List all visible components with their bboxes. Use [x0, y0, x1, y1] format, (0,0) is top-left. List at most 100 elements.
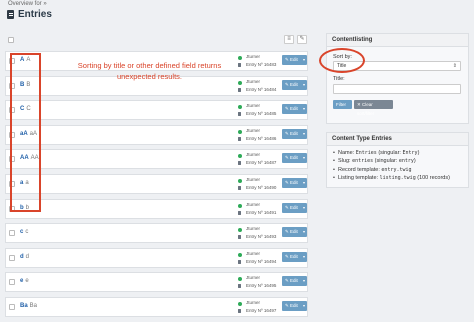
entry-number: Entry Nº 16485: [246, 111, 277, 117]
document-icon: [7, 10, 14, 19]
edit-button[interactable]: ✎ Edit ▾: [282, 55, 307, 65]
chevron-down-icon[interactable]: ▾: [303, 129, 305, 139]
status-published-icon: [238, 252, 242, 257]
edit-button[interactable]: ✎ Edit ▾: [282, 128, 307, 139]
row-checkbox[interactable]: [9, 254, 15, 261]
chevron-down-icon[interactable]: ▾: [303, 178, 305, 188]
entry-number: Entry Nº 16487: [246, 160, 277, 166]
chevron-down-icon[interactable]: ▾: [303, 55, 305, 65]
document-icon: [238, 308, 241, 313]
status-published-icon: [238, 80, 242, 85]
chevron-updown-icon: ⇕: [452, 63, 457, 69]
chevron-down-icon[interactable]: ▾: [303, 276, 305, 286]
entry-author: Jturner: [246, 275, 261, 281]
chevron-down-icon[interactable]: ▾: [303, 104, 305, 114]
entry-number: Entry Nº 16490: [246, 184, 277, 190]
entry-title-link[interactable]: dd: [20, 254, 29, 260]
entry-author: Jturner: [246, 299, 261, 305]
list-view-button[interactable]: ≡: [284, 35, 294, 44]
document-icon: [238, 210, 241, 215]
document-icon: [238, 235, 241, 240]
contentlisting-panel: Contentlisting Sort by: Title ⇕ Title: F…: [326, 33, 469, 124]
list-header: ≡ ✎: [5, 34, 308, 46]
chevron-down-icon[interactable]: ▾: [303, 203, 305, 213]
select-all-checkbox[interactable]: [8, 37, 14, 43]
list-item: C C Jturner Entry Nº 16485 ✎ Edit ▾: [5, 100, 308, 121]
edit-button[interactable]: ✎ Edit ▾: [282, 300, 307, 311]
compact-view-button[interactable]: ✎: [297, 35, 307, 44]
edit-button[interactable]: ✎ Edit ▾: [282, 251, 307, 262]
edit-button[interactable]: ✎ Edit ▾: [282, 177, 307, 188]
status-published-icon: [238, 203, 242, 208]
edit-button[interactable]: ✎ Edit ▾: [282, 104, 307, 115]
entry-author: Jturner: [246, 201, 261, 207]
status-published-icon: [238, 301, 242, 306]
document-icon: [238, 284, 241, 289]
entry-title-link[interactable]: Ba Ba: [20, 303, 37, 309]
entry-number: Entry Nº 16484: [246, 86, 277, 92]
breadcrumb[interactable]: Overview for »: [8, 1, 47, 7]
edit-button[interactable]: ✎ Edit ▾: [282, 202, 307, 213]
entry-number: Entry Nº 16486: [246, 135, 277, 141]
document-icon: [238, 259, 241, 264]
entries-list: A A Jturner Entry Nº 16483 ✎ Edit ▾ B B Jturner E…: [5, 51, 308, 322]
list-item: c c Jturner Entry Nº 16493 ✎ Edit ▾: [5, 223, 308, 244]
document-icon: [238, 185, 241, 190]
title-filter-input[interactable]: [333, 84, 461, 94]
entry-author: Jturner: [246, 226, 261, 232]
content-type-panel: Content Type Entries Name: Entries (sing…: [326, 132, 469, 188]
entry-author: Jturner: [246, 127, 261, 133]
entry-title-link[interactable]: cc: [20, 229, 28, 235]
status-published-icon: [238, 178, 242, 183]
chevron-down-icon[interactable]: ▾: [303, 80, 305, 90]
entry-author: Jturner: [246, 54, 261, 59]
edit-button[interactable]: ✎ Edit ▾: [282, 153, 307, 164]
chevron-down-icon[interactable]: ▾: [303, 227, 305, 237]
entry-number: Entry Nº 16495: [246, 283, 277, 289]
list-item: a a Jturner Entry Nº 16490 ✎ Edit ▾: [5, 173, 308, 194]
list-item: aA aA Jturner Entry Nº 16486 ✎ Edit ▾: [5, 124, 308, 145]
edit-button[interactable]: ✎ Edit ▾: [282, 79, 307, 90]
page-title: Entries: [18, 9, 52, 20]
top-bar: Overview for » Entries: [0, 0, 474, 24]
entry-author: Jturner: [246, 103, 261, 109]
entry-title-link[interactable]: ee: [20, 278, 29, 284]
row-checkbox[interactable]: [9, 279, 15, 286]
document-icon: [238, 161, 241, 166]
status-published-icon: [238, 277, 242, 282]
status-published-icon: [238, 154, 242, 159]
status-published-icon: [238, 105, 242, 110]
title-filter-label: Title:: [333, 76, 345, 82]
annotation-circle: [319, 48, 365, 73]
status-published-icon: [238, 228, 242, 233]
annotation-box: [10, 53, 41, 212]
entry-number: Entry Nº 16497: [246, 307, 277, 313]
entry-author: Jturner: [246, 78, 261, 84]
chevron-down-icon[interactable]: ▾: [303, 252, 305, 262]
contentlisting-heading: Contentlisting: [327, 34, 468, 47]
entry-number: Entry Nº 16493: [246, 234, 277, 240]
entry-number: Entry Nº 16483: [246, 62, 277, 67]
info-listing-template: Listing template: listing.twig (100 reco…: [333, 175, 450, 181]
annotation-text: Sorting by title or other defined field …: [77, 61, 222, 81]
edit-button[interactable]: ✎ Edit ▾: [282, 276, 307, 287]
clear-sort-filter-button[interactable]: ✕ Clear sort/filter: [354, 100, 393, 116]
content-type-heading: Content Type Entries: [327, 133, 468, 146]
info-name: Name: Entries (singular: Entry): [333, 150, 450, 156]
edit-button[interactable]: ✎ Edit ▾: [282, 227, 307, 238]
chevron-down-icon[interactable]: ▾: [303, 301, 305, 311]
filter-button[interactable]: Filter: [333, 100, 352, 109]
entry-author: Jturner: [246, 176, 261, 182]
document-icon: [238, 136, 241, 141]
list-item: AA AA Jturner Entry Nº 16487 ✎ Edit ▾: [5, 149, 308, 170]
chevron-down-icon[interactable]: ▾: [303, 153, 305, 163]
entry-number: Entry Nº 16491: [246, 209, 277, 215]
document-icon: [238, 112, 241, 117]
status-published-icon: [238, 129, 242, 134]
row-checkbox[interactable]: [9, 303, 15, 310]
entry-number: Entry Nº 16494: [246, 258, 277, 264]
page-title-wrap: Entries: [7, 9, 52, 20]
info-slug: Slug: entries (singular: entry): [333, 158, 450, 164]
row-checkbox[interactable]: [9, 230, 15, 237]
list-item: e e Jturner Entry Nº 16495 ✎ Edit ▾: [5, 272, 308, 293]
